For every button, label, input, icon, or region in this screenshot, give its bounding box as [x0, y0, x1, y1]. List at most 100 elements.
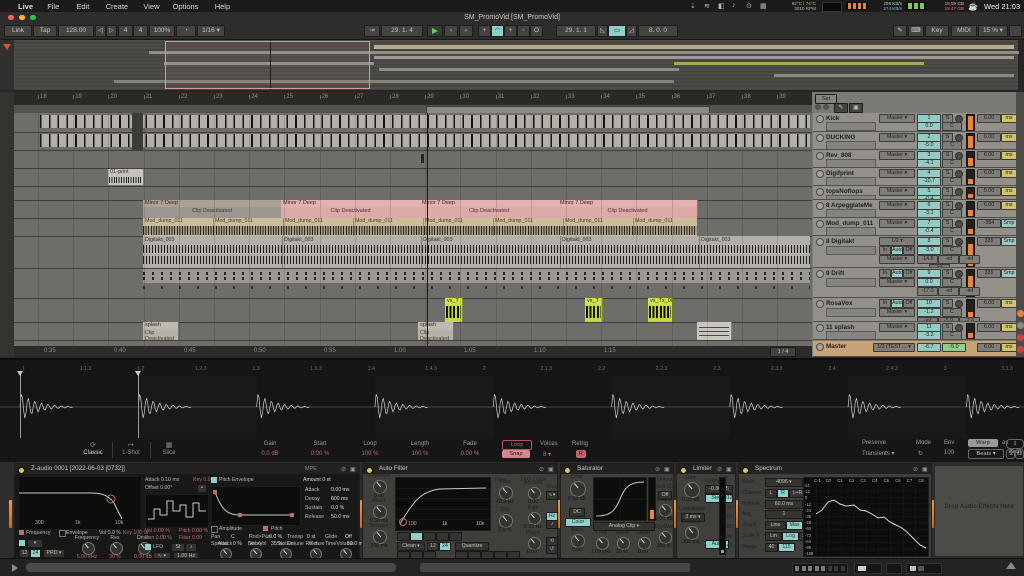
track-delay-unit[interactable]: ms — [1001, 187, 1016, 196]
track-header-11-splash[interactable]: 11 splashMaster ▾11S6.00ms-3.2C — [813, 322, 1016, 340]
status-icon-4[interactable]: ⊙ — [746, 2, 752, 10]
arrangement-record-button[interactable]: ● — [459, 25, 473, 37]
disk-overload-indicator[interactable] — [1009, 25, 1022, 37]
pitch-checkbox[interactable] — [263, 526, 268, 531]
side-round-button-1[interactable] — [1017, 322, 1024, 329]
color-button[interactable]: Color — [565, 518, 591, 527]
track-fold-icon[interactable] — [816, 170, 824, 178]
spectrum-option-40[interactable]: 40 — [765, 543, 778, 552]
automation-arm-button[interactable]: ◠ — [491, 25, 504, 37]
monitor-off[interactable]: Off — [903, 299, 915, 308]
lfo-retrig-button[interactable]: St — [171, 543, 185, 552]
capture-midi-button[interactable]: ◦ — [517, 25, 530, 37]
mem-meter-icon[interactable] — [906, 2, 926, 10]
saturator-drive-knob[interactable] — [570, 481, 586, 497]
track-header-digifprint[interactable]: DigifprintMaster ▾4S6.00ms-10.7C — [813, 168, 1016, 186]
audio-clip-vox[interactable]: vx_Tx_003 — [648, 298, 673, 322]
status-icon-0[interactable]: ⇣ — [690, 2, 696, 10]
saturator-base-knob[interactable] — [571, 534, 585, 548]
warp-mode-chooser[interactable]: Beats ▾ — [968, 449, 1004, 459]
device-title-bar[interactable]: Spectrum — [739, 464, 931, 474]
nudge-down-button[interactable]: ◁ — [95, 25, 106, 37]
mini-graph-icon[interactable] — [822, 2, 842, 12]
playback-mode-classic[interactable]: Classic — [78, 450, 108, 456]
device-sampler[interactable]: Z-audio 0001 [2022-06-03 [0732]]⊘▣MPE300… — [14, 463, 360, 559]
device-hot-swap-icon[interactable]: ⊘ — [655, 466, 660, 473]
monitor-auto[interactable]: Auto — [891, 246, 903, 255]
amplitude-checkbox[interactable] — [211, 526, 218, 533]
autofilter-release-knob[interactable] — [373, 530, 387, 544]
param-gain-value[interactable]: 0.0 dB — [248, 451, 292, 457]
midi-clip-minor7[interactable]: Minor 7 DeepClip Deactivated — [420, 200, 559, 218]
pan-field[interactable]: C — [942, 209, 962, 218]
track-header-rosavox[interactable]: RosaVoxInAutoOff10S6.00msMaster ▾-1.2C-i… — [813, 298, 1016, 322]
volume-field[interactable]: -4.1 — [917, 159, 941, 168]
audio-clip-band[interactable]: Mod_dump_011Mod_dump_011Mod_dump_011Mod_… — [143, 218, 697, 236]
track-fold-icon[interactable] — [816, 202, 824, 210]
send-field[interactable]: -inf — [938, 287, 959, 296]
filter-type-button-4[interactable] — [449, 532, 462, 541]
track-delay-field[interactable]: 6.00 — [977, 343, 1001, 352]
loop-switch[interactable]: ▭ — [608, 25, 626, 37]
menu-item-file[interactable]: File — [47, 2, 59, 11]
track-delay-field[interactable]: 5.00 — [977, 187, 1001, 196]
limiter-gain-knob[interactable] — [684, 482, 700, 498]
device-activator[interactable] — [18, 467, 25, 474]
nudge-up-button[interactable]: ▷ — [106, 25, 117, 37]
pan-field[interactable]: C — [942, 159, 962, 168]
pitch-env-checkbox[interactable] — [211, 477, 217, 483]
param-length-value[interactable]: 100 % — [398, 451, 442, 457]
key-map-button[interactable]: Key — [925, 25, 949, 37]
send-field[interactable]: -17.0 — [917, 287, 938, 296]
preserve-value[interactable]: Transients ▾ — [862, 450, 894, 457]
pan-field[interactable]: C — [942, 308, 962, 317]
track-delay-unit[interactable]: ms — [1001, 299, 1016, 308]
track-activator[interactable]: 8 — [917, 237, 941, 246]
offset-box[interactable]: ▪ — [197, 484, 207, 493]
playback-mode-slice[interactable]: Slice — [154, 450, 184, 456]
device-hot-swap-icon[interactable]: ⊘ — [913, 466, 918, 473]
midi-clip-minor7[interactable]: Minor 7 DeepClip Deactivated — [558, 200, 698, 218]
volume-field[interactable]: -3.2 — [917, 331, 941, 340]
output-chooser[interactable]: Master ▾ — [879, 219, 915, 228]
sample-marker[interactable] — [20, 374, 21, 438]
output-chooser[interactable]: Master ▾ — [879, 201, 915, 210]
track-delay-unit[interactable]: ms — [1001, 323, 1016, 332]
volume-field[interactable]: -3.0 — [917, 246, 941, 255]
pan-field[interactable]: C — [942, 331, 962, 340]
frequency-toggle-icon[interactable] — [19, 530, 24, 535]
punch-out-button[interactable]: ◿ — [626, 25, 637, 37]
return-toggle-icon[interactable] — [823, 104, 829, 110]
track-delay-unit[interactable]: Smp — [1001, 269, 1016, 278]
status-icon-5[interactable]: ▦ — [760, 2, 767, 10]
status-icon-2[interactable]: ◧ — [718, 2, 725, 10]
dc-button[interactable]: DC — [569, 508, 585, 517]
arrangement-position-field[interactable]: 29. 1. 4 — [381, 25, 423, 37]
track-header-mod_dump_011[interactable]: Mod_dump_011Master ▾7S-384Smp-0.4C — [813, 218, 1016, 236]
volume-field[interactable]: -0.4 — [917, 227, 941, 236]
limiter-release-knob[interactable] — [685, 526, 699, 540]
lfo-on-checkbox[interactable] — [145, 544, 151, 550]
track-fold-icon[interactable] — [816, 300, 824, 308]
autofilter-display[interactable]: 1001k10k — [395, 477, 491, 531]
menu-item-create[interactable]: Create — [106, 2, 129, 11]
spectrum-option-115[interactable]: 115 — [778, 543, 795, 552]
output-chooser[interactable]: Master ▾ — [879, 169, 915, 178]
filter-type-button-2[interactable] — [423, 532, 436, 541]
status-play-icon[interactable] — [12, 564, 18, 572]
audio-clip-band[interactable]: Digitakt_003Digitakt_003Digitakt_003Digi… — [143, 236, 810, 268]
audio-clip[interactable] — [697, 322, 732, 340]
autofilter-attack-knob[interactable] — [373, 505, 387, 519]
snap-button[interactable]: Snap — [502, 450, 530, 458]
beat-time-ruler[interactable]: 1819202122232425262728293031323334353637… — [14, 92, 812, 105]
overdub-button[interactable]: + — [478, 25, 491, 37]
device-saturator[interactable]: Saturator⊘▣Drive0.53 dBDCColorBase0.00An… — [560, 463, 674, 559]
track-header-topsnoflops[interactable]: topsNoflopsMaster ▾5S5.00ms-0.4C — [813, 186, 1016, 200]
slope-12-button[interactable]: 12 — [19, 549, 30, 558]
warp-mode-icon[interactable]: ↻ — [918, 450, 923, 457]
track-delay-field[interactable]: 6.00 — [977, 169, 1001, 178]
filter-type-button-1[interactable] — [410, 532, 423, 541]
device-hot-swap-icon[interactable]: ⊘ — [341, 466, 346, 473]
track-delay-field[interactable]: 6.00 — [977, 151, 1001, 160]
sample-marker[interactable] — [138, 374, 139, 438]
